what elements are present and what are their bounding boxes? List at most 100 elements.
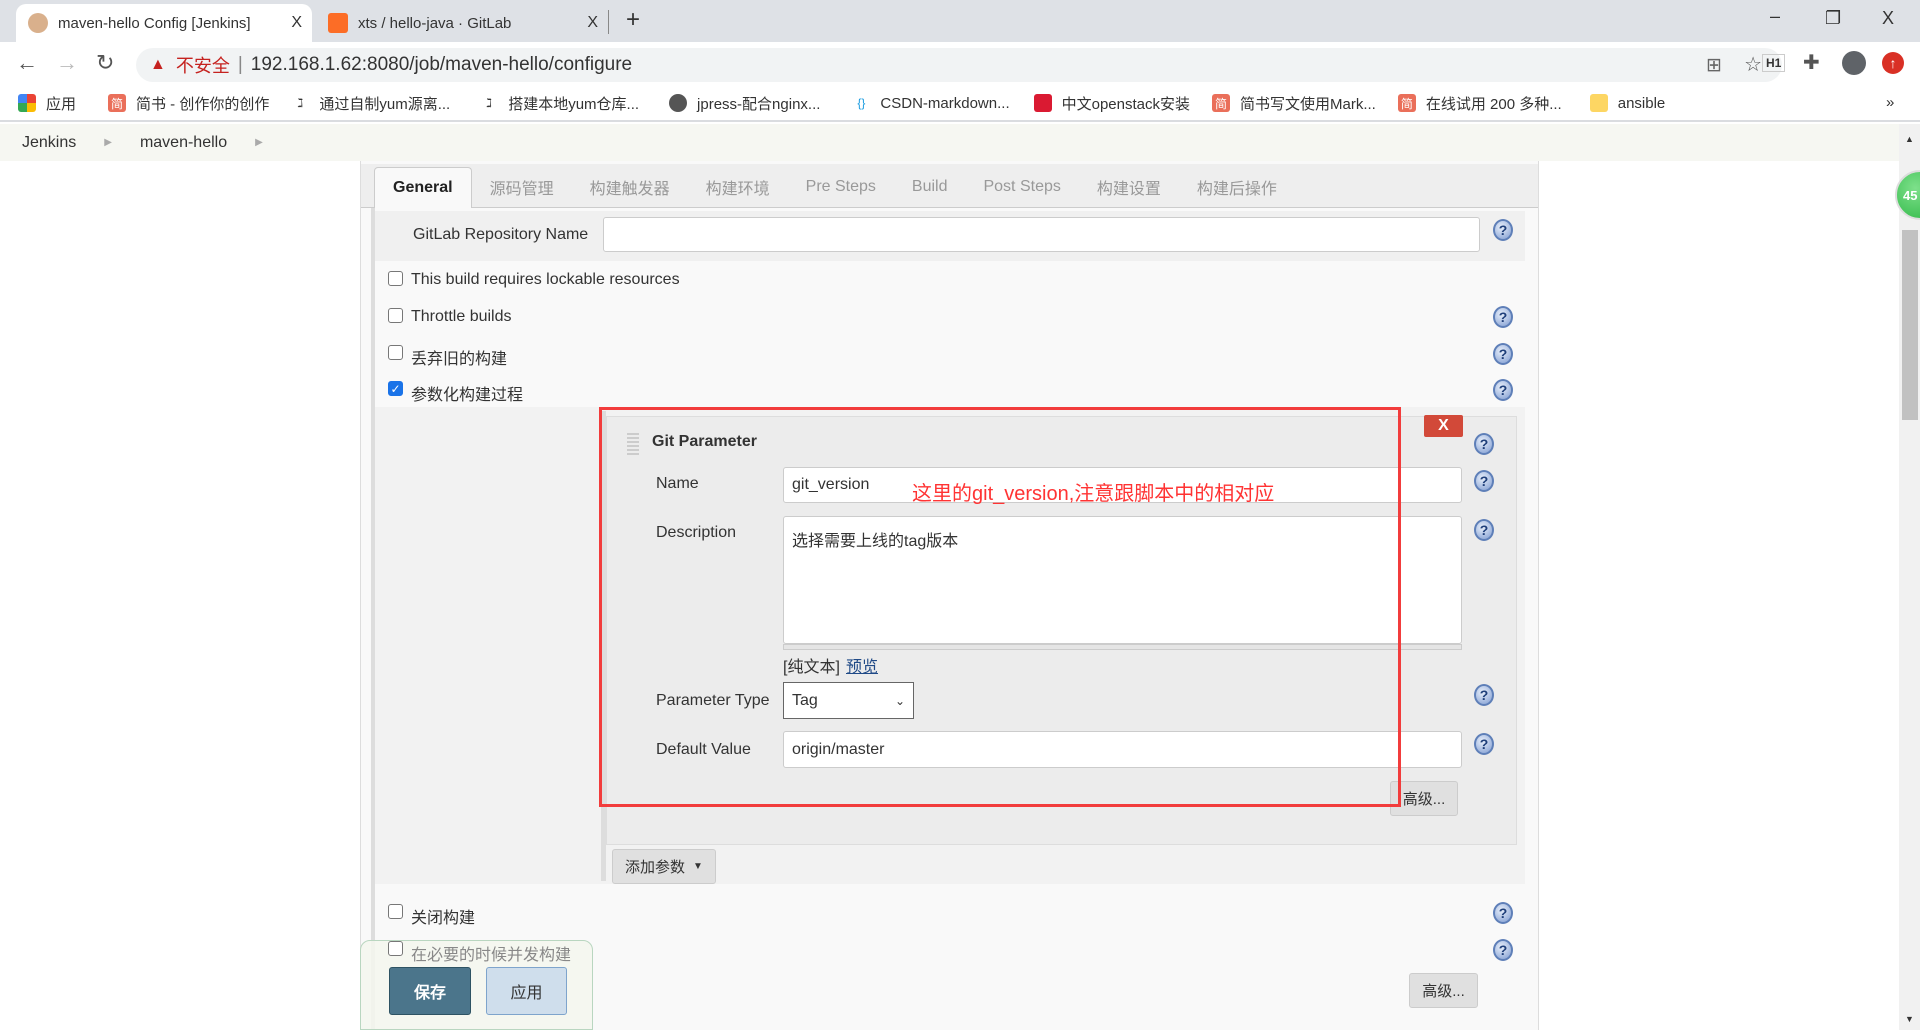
url-text[interactable]: 192.168.1.62:8080/job/maven-hello/config… bbox=[251, 54, 632, 76]
breadcrumb-maven-hello[interactable]: maven-hello bbox=[140, 134, 227, 152]
checkbox-label: 关闭构建 bbox=[411, 910, 476, 927]
bookmark-label: ansible bbox=[1617, 94, 1666, 112]
discard-old-builds-checkbox[interactable] bbox=[388, 345, 403, 360]
help-icon[interactable]: ? bbox=[1493, 306, 1513, 328]
tab-jenkins[interactable]: maven-hello Config [Jenkins] X bbox=[16, 4, 312, 42]
security-label[interactable]: 不安全 bbox=[176, 52, 230, 78]
help-icon[interactable]: ? bbox=[1493, 902, 1513, 924]
gitlab-repo-input[interactable] bbox=[603, 217, 1480, 252]
bookmark-item[interactable]: jpress-配合nginx... bbox=[669, 93, 820, 114]
bookmark-item[interactable]: ℷ 通过自制yum源离... bbox=[291, 93, 451, 114]
scroll-up-icon[interactable]: ▲ bbox=[1905, 134, 1914, 144]
address-bar-row: ← → ↻ ▲ 不安全 | 192.168.1.62:8080/job/mave… bbox=[0, 42, 1920, 86]
star-icon[interactable]: ☆ bbox=[1744, 52, 1762, 77]
help-icon[interactable]: ? bbox=[1474, 433, 1494, 455]
help-icon[interactable]: ? bbox=[1493, 219, 1513, 241]
tab-title: maven-hello Config [Jenkins] bbox=[58, 14, 251, 32]
help-icon[interactable]: ? bbox=[1493, 939, 1513, 961]
help-icon[interactable]: ? bbox=[1474, 470, 1494, 492]
scrollbar[interactable]: ▲ ▼ bbox=[1899, 124, 1920, 1030]
browser-tab-bar: maven-hello Config [Jenkins] X xts / hel… bbox=[0, 0, 1920, 42]
tab-divider bbox=[608, 10, 609, 34]
globe-icon bbox=[669, 94, 688, 112]
chevron-right-icon[interactable]: ▶ bbox=[255, 137, 263, 148]
bookmark-apps[interactable]: 应用 bbox=[18, 93, 76, 114]
minimize-button[interactable]: – bbox=[1770, 6, 1780, 27]
extensions-icon[interactable]: ✚ bbox=[1803, 50, 1820, 75]
bookmarks-bar: 应用 简简书 - 创作你的创作 ℷ 通过自制yum源离... ℷ 搭建本地yum仓库… bbox=[0, 86, 1920, 122]
tab-general[interactable]: General bbox=[374, 167, 472, 208]
advanced-button[interactable]: 高级... bbox=[1409, 973, 1478, 1008]
tab-build[interactable]: Build bbox=[894, 167, 966, 207]
bookmark-logo-icon: ℷ bbox=[297, 96, 304, 110]
new-tab-button[interactable]: + bbox=[626, 6, 640, 34]
bookmark-item[interactable]: {} CSDN-markdown... bbox=[852, 94, 1009, 112]
disable-build-checkbox[interactable] bbox=[388, 904, 403, 919]
bookmark-item[interactable]: 简简书写文使用Mark... bbox=[1212, 93, 1376, 114]
tab-pre-steps[interactable]: Pre Steps bbox=[788, 167, 894, 207]
update-icon[interactable]: ↑ bbox=[1882, 52, 1904, 74]
tab-build-settings[interactable]: 构建设置 bbox=[1079, 167, 1179, 207]
bookmark-item[interactable]: 简简书 - 创作你的创作 bbox=[108, 93, 269, 114]
checkbox-label: 在必要的时候并发构建 bbox=[411, 947, 572, 964]
scroll-down-icon[interactable]: ▼ bbox=[1905, 1014, 1914, 1024]
tab-triggers[interactable]: 构建触发器 bbox=[572, 167, 688, 207]
back-icon[interactable]: ← bbox=[16, 50, 38, 76]
jianshu-icon: 简 bbox=[1397, 94, 1416, 112]
bookmark-label: 通过自制yum源离... bbox=[319, 95, 451, 113]
chevron-right-icon[interactable]: ▶ bbox=[104, 137, 112, 148]
profile-icon[interactable] bbox=[1842, 51, 1866, 75]
bookmark-label: 在线试用 200 多种... bbox=[1425, 95, 1562, 113]
breadcrumb: Jenkins ▶ maven-hello ▶ bbox=[0, 124, 1899, 161]
tab-scm[interactable]: 源码管理 bbox=[472, 167, 572, 207]
concurrent-build-checkbox[interactable] bbox=[388, 941, 403, 956]
config-tabs: General 源码管理 构建触发器 构建环境 Pre Steps Build … bbox=[361, 164, 1538, 208]
lockable-resources-checkbox[interactable] bbox=[388, 271, 403, 286]
scrollbar-thumb[interactable] bbox=[1902, 230, 1918, 420]
translate-icon[interactable]: ⊞ bbox=[1706, 54, 1722, 77]
checkbox-label: This build requires lockable resources bbox=[411, 271, 680, 288]
bookmark-label: CSDN-markdown... bbox=[880, 94, 1010, 112]
save-button[interactable]: 保存 bbox=[389, 967, 471, 1015]
help-icon[interactable]: ? bbox=[1493, 379, 1513, 401]
checkbox-label: 参数化构建过程 bbox=[411, 387, 524, 404]
apps-grid-icon bbox=[18, 94, 36, 112]
help-icon[interactable]: ? bbox=[1474, 519, 1494, 541]
tab-post-steps[interactable]: Post Steps bbox=[965, 167, 1078, 207]
tab-gitlab[interactable]: xts / hello-java · GitLab X bbox=[316, 4, 608, 42]
bookmark-folder[interactable]: ansible bbox=[1589, 94, 1666, 112]
forward-icon[interactable]: → bbox=[56, 50, 78, 76]
delete-parameter-button[interactable]: X bbox=[1424, 415, 1463, 437]
tab-environment[interactable]: 构建环境 bbox=[688, 167, 788, 207]
bookmark-item[interactable]: ℷ 搭建本地yum仓库... bbox=[480, 93, 639, 114]
bookmark-label: 中文openstack安装 bbox=[1061, 95, 1191, 113]
bookmark-item[interactable]: 简在线试用 200 多种... bbox=[1397, 93, 1562, 114]
close-tab-icon[interactable]: X bbox=[587, 14, 598, 32]
h1-extension-icon[interactable]: H1 bbox=[1762, 54, 1786, 72]
apply-button[interactable]: 应用 bbox=[486, 967, 567, 1015]
annotation-highlight-box bbox=[599, 407, 1401, 807]
help-icon[interactable]: ? bbox=[1474, 733, 1494, 755]
close-window-button[interactable]: X bbox=[1882, 8, 1894, 29]
url-bar[interactable]: ▲ 不安全 | 192.168.1.62:8080/job/maven-hell… bbox=[136, 48, 1782, 82]
reload-icon[interactable]: ↻ bbox=[96, 50, 114, 76]
openstack-icon bbox=[1033, 94, 1052, 112]
jianshu-icon: 简 bbox=[1212, 94, 1231, 112]
close-tab-icon[interactable]: X bbox=[291, 14, 302, 32]
more-bookmarks-button[interactable]: » bbox=[1886, 94, 1894, 111]
warning-icon: ▲ bbox=[150, 56, 166, 73]
csdn-icon: {} bbox=[857, 96, 866, 110]
jianshu-icon: 简 bbox=[108, 94, 127, 112]
gitlab-icon bbox=[328, 13, 348, 33]
help-icon[interactable]: ? bbox=[1474, 684, 1494, 706]
checkbox-label: 丢弃旧的构建 bbox=[411, 351, 508, 368]
checkbox-label: Throttle builds bbox=[411, 308, 512, 325]
tab-post-build[interactable]: 构建后操作 bbox=[1179, 167, 1295, 207]
add-parameter-button[interactable]: 添加参数 ▼ bbox=[612, 849, 716, 884]
help-icon[interactable]: ? bbox=[1493, 343, 1513, 365]
bookmark-item[interactable]: 中文openstack安装 bbox=[1033, 93, 1191, 114]
throttle-builds-checkbox[interactable] bbox=[388, 308, 403, 323]
breadcrumb-jenkins[interactable]: Jenkins bbox=[22, 134, 76, 152]
parameterized-build-checkbox[interactable]: ✓ bbox=[388, 381, 403, 396]
restore-button[interactable]: ❐ bbox=[1825, 8, 1841, 29]
